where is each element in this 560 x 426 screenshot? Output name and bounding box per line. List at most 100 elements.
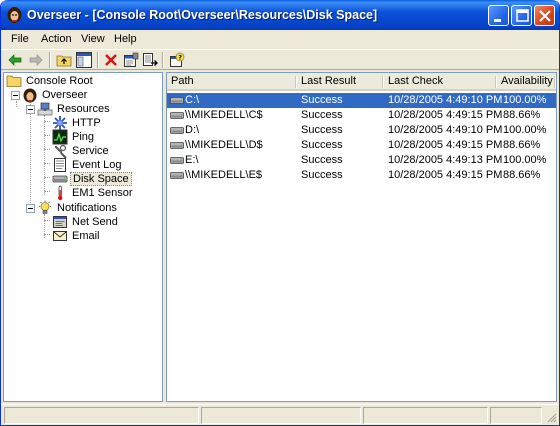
disk-drive-icon	[170, 97, 184, 104]
cell-last-check: 10/28/2005 4:49:10 PM	[388, 124, 503, 136]
delete-icon[interactable]	[103, 52, 119, 68]
column-label: Path	[171, 75, 194, 87]
console-tree[interactable]: Console Root Overseer Resources HTTP Pin…	[3, 72, 163, 402]
table-row[interactable]: \\MIKEDELL\C$ Success 10/28/2005 4:49:15 P…	[167, 108, 556, 123]
envelope-icon	[53, 231, 67, 241]
disk-drive-icon	[170, 112, 184, 119]
tree-label: HTTP	[72, 117, 101, 129]
disk-drive-icon	[170, 172, 184, 179]
tree-line	[44, 121, 50, 122]
tree-label: Ping	[72, 131, 95, 143]
thermometer-icon	[58, 185, 63, 201]
table-row[interactable]: \\MIKEDELL\E$ Success 10/28/2005 4:49:15 P…	[167, 168, 556, 183]
close-button[interactable]	[534, 5, 555, 26]
export-list-icon[interactable]	[142, 52, 158, 68]
column-header-last-result[interactable]: Last Result	[297, 73, 384, 91]
tree-line	[44, 163, 50, 164]
column-header-availability[interactable]: Availability	[497, 73, 556, 91]
table-row[interactable]: C:\ Success 10/28/2005 4:49:10 PM 100.00%	[167, 93, 556, 108]
overseer-app-icon[interactable]	[6, 6, 23, 24]
toolbar-separator	[97, 52, 99, 68]
tree-label: Notifications	[57, 202, 117, 214]
tree-label: Disk Space	[70, 172, 132, 186]
collapse-toggle-resources[interactable]	[26, 105, 35, 114]
tree-line	[30, 101, 31, 209]
tree-label: Console Root	[26, 75, 93, 87]
table-row[interactable]: D:\ Success 10/28/2005 4:49:10 PM 100.00%	[167, 123, 556, 138]
tree-line	[44, 115, 45, 195]
back-icon[interactable]	[7, 52, 23, 68]
tree-label: EM1 Sensor	[72, 187, 133, 199]
tree-line	[44, 149, 50, 150]
tree-line	[44, 220, 50, 221]
cell-availability: 88.66%	[503, 169, 541, 181]
light-bulb-icon	[39, 200, 51, 214]
cell-path: \\MIKEDELL\D$	[185, 139, 263, 151]
cell-last-result: Success	[301, 169, 343, 181]
table-row[interactable]: E:\ Success 10/28/2005 4:49:13 PM 100.00%	[167, 153, 556, 168]
resources-icon	[37, 102, 53, 116]
collapse-toggle-overseer[interactable]	[11, 91, 20, 100]
cell-last-check: 10/28/2005 4:49:13 PM	[388, 154, 503, 166]
properties-icon[interactable]	[123, 52, 139, 68]
status-panel	[4, 407, 199, 424]
result-list[interactable]: Path Last Result Last Check Availability…	[166, 72, 557, 402]
cell-last-result: Success	[301, 124, 343, 136]
table-row[interactable]: \\MIKEDELL\D$ Success 10/28/2005 4:49:15 P…	[167, 138, 556, 153]
toolbar-separator	[162, 52, 164, 68]
tree-label: Service	[72, 145, 109, 157]
cell-path: E:\	[185, 154, 199, 166]
show-hide-tree-icon[interactable]	[76, 52, 92, 68]
cell-last-result: Success	[301, 154, 343, 166]
tree-label: Email	[72, 230, 100, 242]
window-title: Overseer - [Console Root\Overseer\Resour…	[27, 8, 378, 22]
maximize-button[interactable]	[511, 5, 532, 26]
collapse-toggle-notifications[interactable]	[26, 204, 35, 213]
svg-text:?: ?	[178, 54, 182, 62]
status-panel	[363, 407, 488, 424]
forward-icon[interactable]	[28, 52, 44, 68]
cell-availability: 88.66%	[503, 109, 541, 121]
cell-last-result: Success	[301, 109, 343, 121]
minimize-button[interactable]	[488, 5, 509, 26]
cell-last-check: 10/28/2005 4:49:15 PM	[388, 109, 503, 121]
app-window: Overseer - [Console Root\Overseer\Resour…	[0, 0, 560, 426]
menu-help[interactable]: Help	[114, 33, 137, 45]
resize-grip-icon[interactable]	[545, 411, 557, 423]
tree-line	[44, 177, 50, 178]
status-panel	[490, 407, 542, 424]
tree-label: Event Log	[72, 159, 122, 171]
menu-file[interactable]: File	[11, 33, 29, 45]
folder-icon	[6, 75, 22, 87]
status-panel	[201, 407, 361, 424]
tree-label: Overseer	[42, 89, 88, 101]
disk-drive-icon	[170, 142, 184, 149]
cell-last-result: Success	[301, 139, 343, 151]
title-bar[interactable]: Overseer - [Console Root\Overseer\Resour…	[1, 0, 559, 30]
status-bar	[1, 404, 559, 425]
column-label: Availability	[501, 75, 553, 87]
help-icon[interactable]: ?	[169, 52, 185, 68]
tree-line	[44, 191, 50, 192]
cell-availability: 100.00%	[503, 154, 547, 166]
toolbar-separator	[49, 52, 51, 68]
disk-drive-icon	[170, 157, 184, 164]
menu-action[interactable]: Action	[41, 33, 72, 45]
column-header-last-check[interactable]: Last Check	[384, 73, 497, 91]
disk-drive-icon	[170, 127, 184, 134]
tree-line	[16, 101, 17, 107]
cell-availability: 88.66%	[503, 139, 541, 151]
tree-line	[44, 234, 50, 235]
column-label: Last Result	[301, 75, 357, 87]
cell-path: \\MIKEDELL\E$	[185, 169, 263, 181]
column-label: Last Check	[388, 75, 444, 87]
toolbar: ?	[1, 49, 559, 70]
cell-availability: 100.00%	[503, 124, 547, 136]
up-folder-icon[interactable]	[56, 52, 72, 68]
minimize-icon	[494, 19, 501, 22]
cell-path: C:\	[185, 94, 200, 106]
cell-last-check: 10/28/2005 4:49:15 PM	[388, 169, 503, 181]
column-header-path[interactable]: Path	[167, 73, 297, 91]
menu-view[interactable]: View	[81, 33, 105, 45]
cell-last-check: 10/28/2005 4:49:15 PM	[388, 139, 503, 151]
